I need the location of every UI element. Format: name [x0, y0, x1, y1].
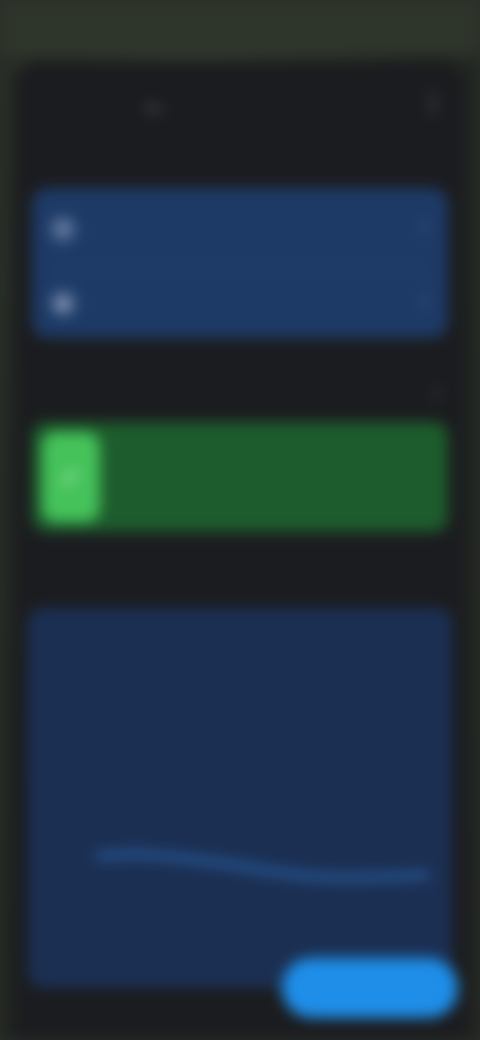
- stat-1: [40, 644, 170, 658]
- data-point: [302, 874, 307, 878]
- shield-icon: ◆: [50, 290, 76, 316]
- stat-3: [312, 644, 442, 658]
- data-point: [384, 875, 389, 879]
- data-point: [343, 876, 348, 880]
- stats-card: [28, 608, 452, 988]
- data-point: [137, 852, 142, 856]
- key-icon: ✦: [50, 216, 76, 242]
- check-icon: ✓: [42, 432, 100, 522]
- series-line-0: [96, 851, 430, 881]
- data-point: [96, 854, 100, 858]
- alert-section-chevron-icon[interactable]: ›: [435, 384, 440, 402]
- more-menu-icon[interactable]: ⋮: [422, 90, 444, 116]
- back-arrow-icon[interactable]: ←: [144, 92, 166, 118]
- chevron-right-icon: ›: [422, 290, 428, 310]
- app-screen: ← ⋮ ✦ › ◆ › › ✓: [0, 0, 480, 1040]
- status-alert-card[interactable]: ✓: [32, 422, 448, 532]
- data-point: [178, 856, 183, 860]
- data-point: [426, 873, 430, 877]
- login-row-1[interactable]: ✦ ›: [32, 196, 448, 262]
- login-card: ✦ › ◆ ›: [32, 188, 448, 338]
- footer-account[interactable]: ●: [54, 1028, 174, 1040]
- bottom-sheet: ← ⋮ ✦ › ◆ › › ✓: [14, 60, 466, 1040]
- status-bar: [0, 0, 480, 56]
- chevron-right-icon: ›: [422, 216, 428, 236]
- sheet-header: ← ⋮: [14, 60, 466, 150]
- data-point: [261, 868, 265, 872]
- stat-2: [176, 644, 306, 658]
- primary-action-button[interactable]: [282, 958, 458, 1018]
- data-point: [219, 861, 224, 865]
- trend-chart: [96, 851, 430, 881]
- login-row-2[interactable]: ◆ ›: [32, 270, 448, 336]
